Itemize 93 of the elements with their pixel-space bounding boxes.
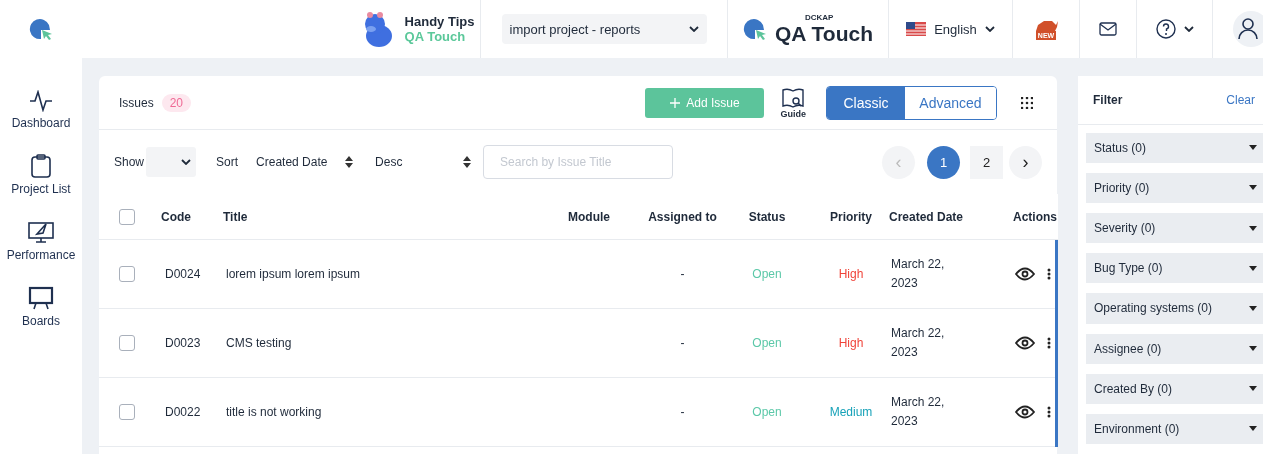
show-label: Show	[114, 155, 145, 169]
column-header: Module	[568, 209, 611, 224]
sidebar-item[interactable]: Project List	[11, 154, 71, 196]
tips-title: Handy Tips	[404, 14, 475, 29]
priority-cell-text: High	[837, 336, 865, 350]
clear-link[interactable]: Clear	[1226, 92, 1255, 107]
issues-title: Issues	[119, 95, 154, 110]
sort-icon	[463, 156, 472, 168]
column-header: Created Date	[889, 209, 965, 224]
more-icon[interactable]	[1047, 337, 1051, 349]
column-header: Title	[223, 209, 249, 224]
caret-icon	[1249, 386, 1257, 392]
eye-icon[interactable]	[1015, 336, 1035, 350]
caret-icon	[1249, 305, 1257, 311]
page-button[interactable]: 1	[927, 145, 960, 179]
sidebar-item[interactable]: Performance	[6, 220, 76, 262]
app-logo-icon[interactable]	[29, 17, 53, 41]
brand-small-text: DCKAP	[805, 12, 835, 22]
more-icon[interactable]	[1047, 406, 1051, 418]
code-cell-text: D0024	[164, 267, 202, 281]
rocket-monitor-icon	[28, 220, 54, 244]
status-cell-text: Open	[751, 336, 783, 350]
column-header: Status	[747, 209, 787, 224]
caret-icon	[1249, 346, 1257, 352]
sort-label: Sort	[216, 155, 239, 169]
filter-dropdown[interactable]: Priority (0)	[1086, 172, 1263, 204]
next-page-button[interactable]: ›	[1009, 145, 1042, 179]
priority-cell-text: Medium	[828, 405, 874, 419]
status-cell-text: Open	[751, 267, 783, 281]
caret-icon	[1183, 26, 1194, 32]
eye-icon[interactable]	[1015, 405, 1035, 419]
filter-title: Filter	[1093, 92, 1123, 107]
view-tab[interactable]: Classic	[827, 86, 905, 119]
filter-dropdown[interactable]: Environment (0)	[1086, 413, 1263, 445]
column-header: Priority	[829, 209, 873, 224]
mail-icon[interactable]	[1099, 22, 1117, 36]
pulse-icon	[29, 90, 53, 112]
date-cell-text: March 22, 2023	[890, 394, 946, 430]
plus-icon	[670, 97, 681, 108]
caret-icon	[984, 26, 995, 32]
caret-icon	[1249, 185, 1257, 191]
sidebar-item[interactable]: Boards	[22, 286, 60, 328]
title-cell-text: lorem ipsum lorem ipsum	[225, 267, 362, 281]
tips-subtitle: QA Touch	[404, 29, 467, 44]
caret-icon	[181, 159, 192, 165]
caret-icon	[1249, 265, 1257, 271]
avatar-icon[interactable]	[1233, 11, 1263, 47]
status-cell-text: Open	[751, 405, 783, 419]
grid-menu-icon[interactable]	[1021, 96, 1033, 109]
assignee-cell-text: -	[679, 267, 686, 281]
filter-dropdown[interactable]: Created By (0)	[1086, 373, 1263, 404]
title-cell-text: title is not working	[225, 405, 323, 419]
row-checkbox[interactable]	[119, 266, 135, 282]
clipboard-icon	[30, 154, 52, 178]
title-cell-text: CMS testing	[225, 336, 293, 350]
language-select[interactable]: English	[934, 21, 977, 37]
caret-icon	[688, 26, 699, 32]
row-checkbox[interactable]	[119, 335, 135, 351]
row-checkbox[interactable]	[119, 404, 135, 420]
filter-dropdown[interactable]: Assignee (0)	[1086, 333, 1263, 364]
caret-icon	[1249, 145, 1257, 151]
code-cell-text: D0023	[164, 336, 202, 350]
page-button[interactable]: 2	[970, 145, 1003, 179]
filter-dropdown[interactable]: Bug Type (0)	[1086, 253, 1263, 284]
more-icon[interactable]	[1047, 268, 1051, 280]
priority-cell-text: High	[837, 267, 865, 281]
caret-icon	[1249, 225, 1257, 231]
sidebar-item[interactable]: Dashboard	[11, 90, 71, 130]
date-cell-text: March 22, 2023	[890, 256, 946, 292]
project-select[interactable]: import project - reports	[501, 14, 707, 44]
sort-icon	[345, 156, 354, 168]
filter-dropdown[interactable]: Status (0)	[1086, 132, 1263, 163]
eye-icon[interactable]	[1015, 267, 1035, 281]
sort-order-select[interactable]: Desc	[375, 155, 472, 169]
assignee-cell-text: -	[679, 405, 686, 419]
filter-dropdown[interactable]: Operating systems (0)	[1086, 293, 1263, 324]
column-header: Code	[161, 209, 192, 224]
column-header: Assigned to	[647, 209, 718, 224]
filter-dropdown[interactable]: Severity (0)	[1086, 213, 1263, 244]
column-header: Actions	[1012, 209, 1058, 224]
sort-field-select[interactable]: Created Date	[256, 155, 354, 169]
assignee-cell-text: -	[679, 336, 686, 350]
date-cell-text: March 22, 2023	[890, 325, 946, 361]
flag-icon	[906, 22, 927, 36]
brand-name: QA Touch	[775, 21, 873, 46]
help-icon[interactable]	[1155, 19, 1176, 39]
select-all-checkbox[interactable]	[119, 208, 135, 225]
caret-icon	[1249, 426, 1257, 432]
code-cell-text: D0022	[164, 405, 202, 419]
issue-count: 20	[161, 93, 192, 112]
brand-logo-icon	[743, 17, 767, 41]
search-field[interactable]: Search by Issue Title	[483, 145, 674, 179]
presentation-board-icon	[28, 286, 54, 310]
